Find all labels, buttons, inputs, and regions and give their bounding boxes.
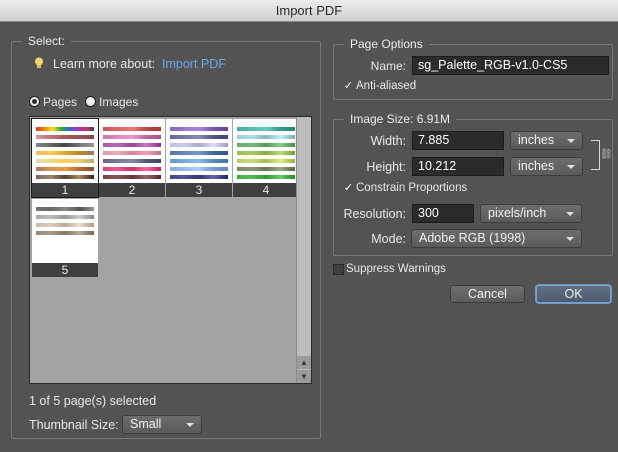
thumbnail-preview xyxy=(32,119,98,183)
chevron-down-icon xyxy=(567,165,575,169)
selection-status: 1 of 5 page(s) selected xyxy=(29,394,157,408)
thumbnail-page-number: 2 xyxy=(99,183,165,197)
select-group-legend: Select: xyxy=(22,34,71,49)
scroll-down-arrow-icon[interactable]: ▼ xyxy=(297,370,311,383)
mode-value: Adobe RGB (1998) xyxy=(419,231,526,245)
chain-link-bracket xyxy=(591,140,600,170)
suppress-warnings-checkbox[interactable] xyxy=(333,264,344,275)
scroll-up-arrow-icon[interactable]: ▲ xyxy=(297,356,311,369)
width-field[interactable]: 7.885 xyxy=(412,131,504,150)
width-label: Width: xyxy=(370,134,406,148)
thumbnail-size-select[interactable]: Small xyxy=(122,415,202,434)
height-label: Height: xyxy=(366,160,406,174)
resolution-unit-select[interactable]: pixels/inch xyxy=(480,204,582,223)
resolution-label: Resolution: xyxy=(343,207,406,221)
name-field[interactable]: sg_Palette_RGB-v1.0-CS5 xyxy=(412,56,609,75)
page-thumbnail[interactable]: 1 xyxy=(31,118,99,198)
suppress-warnings-label[interactable]: Suppress Warnings xyxy=(346,263,446,275)
thumbnail-page-number: 1 xyxy=(32,183,98,197)
thumbnail-scrollbar[interactable]: ▲ ▼ xyxy=(296,117,311,383)
height-field[interactable]: 10.212 xyxy=(412,157,504,176)
thumbnail-preview xyxy=(32,199,98,263)
chevron-down-icon xyxy=(186,423,194,427)
thumbnail-page-number: 4 xyxy=(233,183,299,197)
pages-radio-label[interactable]: Pages xyxy=(43,95,77,109)
thumbnail-preview xyxy=(99,119,165,183)
width-unit-select[interactable]: inches xyxy=(510,131,583,150)
chevron-down-icon xyxy=(566,237,574,241)
thumbnail-page-number: 5 xyxy=(32,263,98,277)
window-title-bar[interactable]: Import PDF xyxy=(0,0,618,22)
width-unit-value: inches xyxy=(518,133,555,147)
constrain-proportions-checkbox[interactable]: ✓ xyxy=(343,183,354,194)
name-label: Name: xyxy=(370,59,406,73)
images-radio[interactable] xyxy=(85,96,96,107)
chevron-down-icon xyxy=(566,212,574,216)
cancel-button[interactable]: Cancel xyxy=(450,285,525,303)
thumbnail-size-value: Small xyxy=(130,417,162,431)
page-thumbnail[interactable]: 5 xyxy=(32,199,98,277)
lightbulb-icon xyxy=(35,57,43,68)
images-radio-label[interactable]: Images xyxy=(99,95,138,109)
height-unit-value: inches xyxy=(518,159,555,173)
anti-aliased-checkbox[interactable]: ✓ xyxy=(343,81,354,92)
chain-link-icon[interactable]: ⛓ xyxy=(600,149,613,160)
thumbnail-preview xyxy=(233,119,299,183)
mode-select[interactable]: Adobe RGB (1998) xyxy=(411,229,582,248)
resolution-field[interactable]: 300 xyxy=(412,204,474,223)
height-unit-select[interactable]: inches xyxy=(510,157,583,176)
ok-button[interactable]: OK xyxy=(536,285,611,303)
learn-more-text: Learn more about: xyxy=(53,57,156,71)
import-pdf-help-link[interactable]: Import PDF xyxy=(162,57,226,71)
page-thumbnail[interactable]: 2 xyxy=(99,119,165,197)
chevron-down-icon xyxy=(567,139,575,143)
thumbnail-size-label: Thumbnail Size: xyxy=(29,418,119,432)
thumbnail-preview xyxy=(166,119,232,183)
page-thumbnail-grid[interactable]: 1 2 3 4 5 xyxy=(29,116,312,384)
page-thumbnail[interactable]: 4 xyxy=(233,119,299,197)
mode-label: Mode: xyxy=(371,232,406,246)
page-thumbnail[interactable]: 3 xyxy=(166,119,232,197)
pages-radio[interactable] xyxy=(29,96,40,107)
window-title: Import PDF xyxy=(275,3,343,18)
resolution-unit-value: pixels/inch xyxy=(488,206,547,220)
constrain-proportions-label[interactable]: Constrain Proportions xyxy=(356,182,467,194)
anti-aliased-label[interactable]: Anti-aliased xyxy=(356,80,416,92)
page-options-legend: Page Options xyxy=(344,37,429,52)
image-size-legend: Image Size: 6.91M xyxy=(344,112,457,127)
thumbnail-page-number: 3 xyxy=(166,183,232,197)
